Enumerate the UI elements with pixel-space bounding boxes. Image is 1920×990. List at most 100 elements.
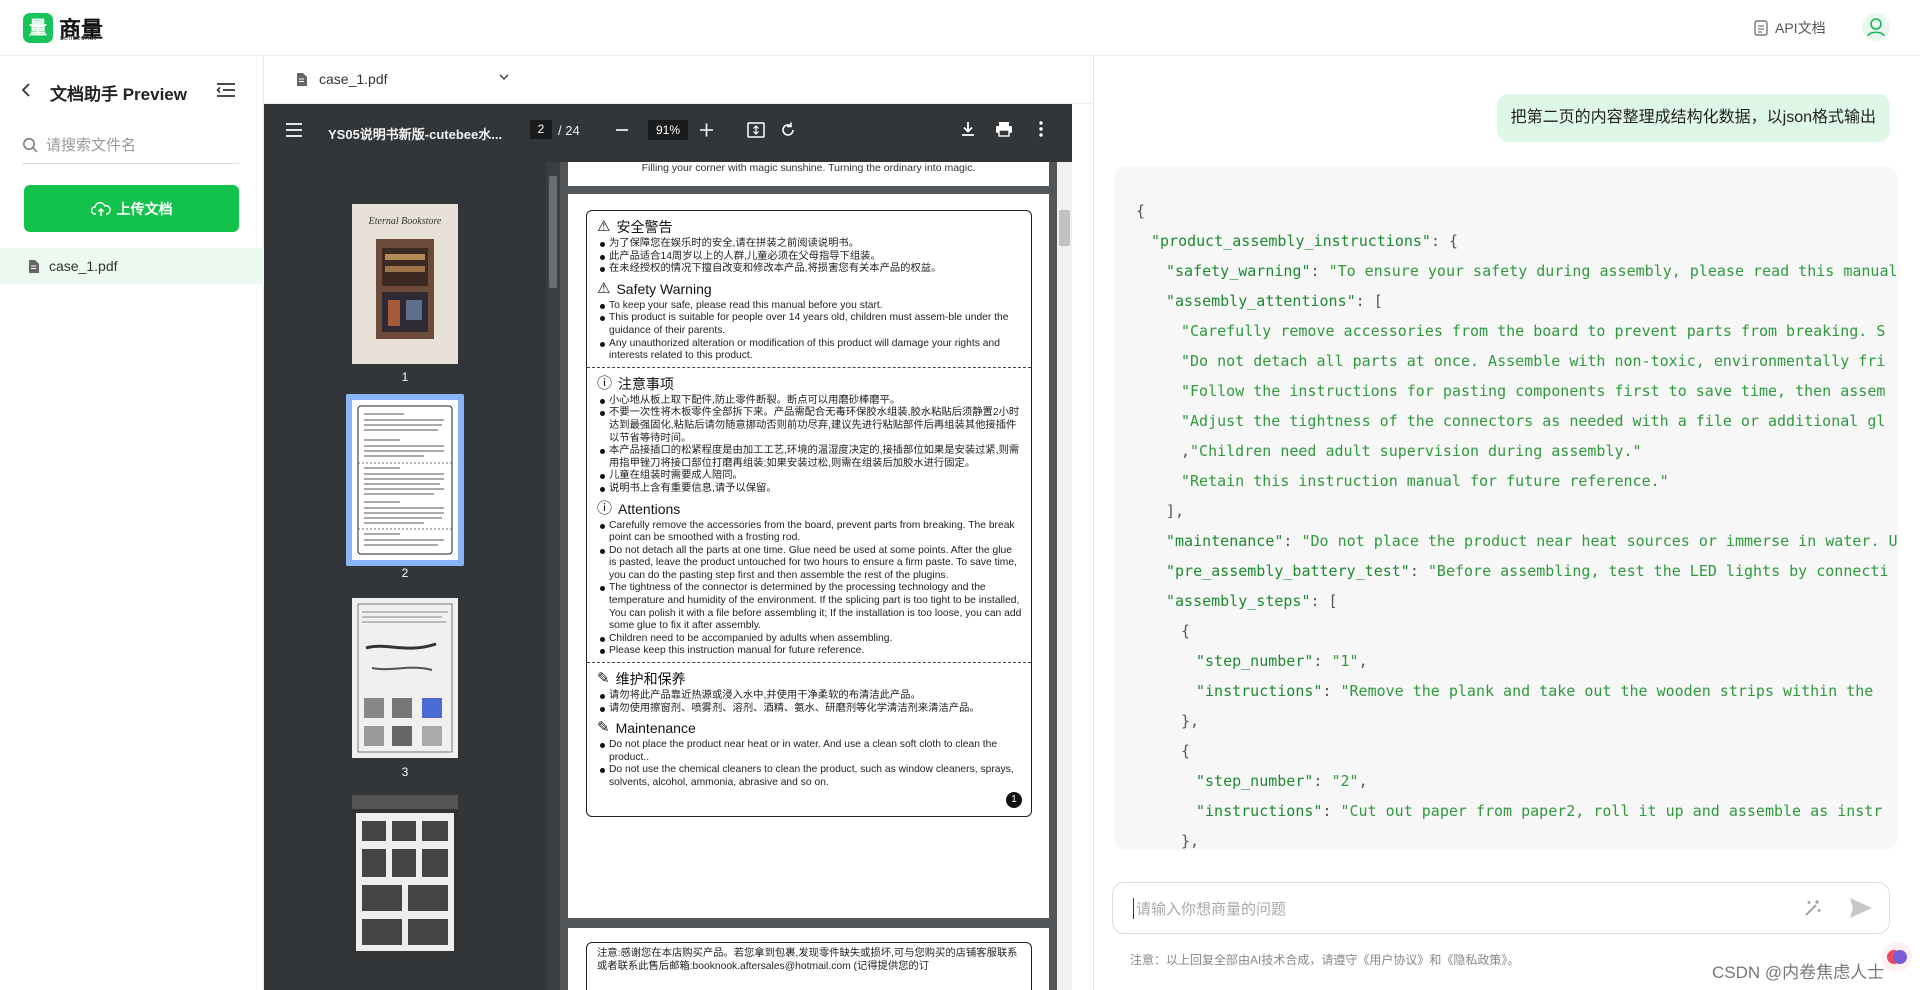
exclamation-icon: ⓘ — [597, 374, 613, 392]
code-line: "step_number": "1", — [1196, 652, 1368, 670]
text-line: Children need to be accompanied by adult… — [597, 633, 1022, 646]
disclaimer-text: 注意：以上回复全部由AI技术合成，请遵守《用户协议》和《隐私政策》。 — [1130, 953, 1520, 967]
text-line: The tightness of the connector is determ… — [597, 582, 1022, 632]
code-line: { — [1181, 742, 1191, 760]
back-arrow-icon[interactable] — [20, 81, 32, 105]
thumbnail-page-2[interactable] — [352, 400, 458, 560]
thumbnail-scrollbar[interactable] — [546, 162, 560, 990]
chat-input[interactable]: 请输入你想商量的问题 — [1112, 882, 1890, 934]
text-line: 儿童在组装时需要成人陪同。 — [597, 470, 1022, 483]
thumbnail-pane: Eternal Bookstore 1 2 3 — [264, 162, 546, 990]
code-line: "pre_assembly_battery_test": "Before ass… — [1166, 562, 1889, 580]
more-options-icon[interactable] — [1039, 121, 1043, 140]
pdf-page-3: 注意:感谢您在本店购买产品。若您拿到包裹,发现零件缺失或损坏,可与您购买的店铺客… — [568, 928, 1049, 990]
text-line: 在未经授权的情况下擅自改变和修改本产品,将损害您有关本产品的权益。 — [597, 263, 1022, 276]
warning-icon: ⚠ — [597, 279, 611, 297]
rotate-icon[interactable] — [779, 121, 797, 142]
page-scroll-thumb[interactable] — [1059, 210, 1070, 246]
maintenance-section: ✎ 维护和保养 请勿将此产品靠近热源或浸入水中,并使用干净柔软的布清洁此产品。 请… — [587, 662, 1031, 816]
hamburger-menu-icon[interactable] — [286, 123, 302, 140]
upload-document-button[interactable]: 上传文档 — [24, 185, 239, 232]
warning-icon: ⚠ — [597, 218, 611, 235]
text-line: 说明书上含有重要信息,请予以保留。 — [597, 483, 1022, 496]
page-scrollbar[interactable] — [1057, 162, 1072, 990]
text-line: To keep your safe, please read this manu… — [597, 300, 1022, 313]
file-search-input[interactable]: 请搜索文件名 — [22, 126, 239, 164]
download-icon[interactable] — [961, 121, 975, 140]
fit-page-icon[interactable] — [747, 122, 765, 141]
code-line: "Do not detach all parts at once. Assemb… — [1181, 352, 1886, 370]
magic-wand-icon[interactable] — [1803, 898, 1823, 923]
search-icon — [23, 137, 38, 153]
zoom-out-icon[interactable] — [616, 123, 628, 140]
text-line: 本产品接插口的松紧程度是由加工工艺,环境的温湿度决定的,接插部位如果是安装过紧,… — [597, 445, 1022, 470]
file-tab[interactable]: case_1.pdf — [296, 71, 388, 87]
thumbnail-page-3[interactable] — [352, 598, 458, 758]
section-heading: 注意事项 — [618, 375, 675, 392]
user-avatar[interactable] — [1862, 13, 1890, 41]
json-code-block: { "product_assembly_instructions": { "safe… — [1136, 196, 1898, 850]
app-logo-icon[interactable]: 量 — [23, 13, 53, 43]
watermark-text: CSDN @内卷焦虑人士 — [1712, 963, 1885, 982]
upload-label: 上传文档 — [116, 200, 173, 217]
zoom-level-input[interactable]: 91% — [648, 120, 688, 140]
page-number-input[interactable]: 2 — [530, 120, 552, 139]
code-line: }, — [1181, 712, 1200, 730]
text-line: 为了保障您在娱乐时的安全,请在拼装之前阅读说明书。 — [597, 238, 1022, 251]
send-icon[interactable] — [1849, 897, 1873, 924]
thumbnail-scroll-thumb[interactable] — [549, 176, 557, 288]
text-line: 不要一次性将木板零件全部拆下来。产品需配合无毒环保胶水组装,胶水粘贴后须静置2小… — [597, 407, 1022, 445]
pdf-page-2: ⚠ 安全警告 为了保障您在娱乐时的安全,请在拼装之前阅读说明书。 此产品适合14周… — [568, 194, 1049, 918]
thumbnail-page-4[interactable] — [352, 795, 458, 955]
print-icon[interactable] — [995, 121, 1013, 140]
assistant-brain-icon[interactable] — [1882, 942, 1912, 972]
safety-section: ⚠ 安全警告 为了保障您在娱乐时的安全,请在拼装之前阅读说明书。 此产品适合14周… — [587, 211, 1031, 367]
section-heading: 维护和保养 — [615, 671, 686, 688]
pdf-toolbar: YS05说明书新版-cutebee水... 2 / 24 91% — [264, 104, 1072, 162]
code-line: { — [1181, 622, 1191, 640]
file-list-item[interactable]: case_1.pdf — [0, 248, 264, 284]
collapse-menu-icon[interactable] — [216, 82, 236, 103]
code-line: "assembly_attentions": [ — [1166, 292, 1383, 310]
code-line: "Follow the instructions for pasting com… — [1181, 382, 1886, 400]
thumbnail-label: 2 — [401, 566, 409, 580]
text-line: Do not place the product near heat or in… — [597, 739, 1022, 764]
thumbnail-label: 3 — [401, 765, 409, 779]
code-line: "safety_warning": "To ensure your safety… — [1166, 262, 1898, 280]
maintenance-icon: ✎ — [597, 670, 610, 688]
code-line: "instructions": "Remove the plank and ta… — [1196, 682, 1874, 700]
api-docs-link[interactable]: API文档 — [1754, 16, 1826, 40]
pdf-viewer: YS05说明书新版-cutebee水... 2 / 24 91% Eternal… — [264, 104, 1072, 990]
pdf-page-1: Filling your corner with magic sunshine.… — [568, 162, 1049, 186]
file-selector[interactable]: case_1.pdf — [264, 56, 1093, 104]
page-3-notice: 注意:感谢您在本店购买产品。若您拿到包裹,发现零件缺失或损坏,可与您购买的店铺客… — [586, 942, 1032, 990]
document-icon — [1754, 20, 1768, 36]
code-line: "instructions": "Cut out paper from pape… — [1196, 802, 1883, 820]
text-line: This product is suitable for people over… — [597, 312, 1022, 337]
page-number-badge: 1 — [1006, 791, 1022, 808]
chat-panel: 把第二页的内容整理成结构化数据，以json格式输出 {"product_asse… — [1094, 56, 1920, 990]
chat-input-placeholder: 请输入你想商量的问题 — [1133, 898, 1286, 919]
code-line: "Retain this instruction manual for futu… — [1181, 472, 1669, 490]
file-icon — [297, 72, 307, 86]
code-line: "maintenance": "Do not place the product… — [1166, 532, 1898, 550]
api-docs-label: API文档 — [1775, 20, 1826, 36]
pdf-doc-title: YS05说明书新版-cutebee水... — [328, 127, 503, 142]
code-line: }, — [1181, 832, 1200, 850]
code-line: ,"Children need adult supervision during… — [1181, 442, 1642, 460]
zoom-in-icon[interactable] — [700, 123, 713, 140]
sidebar: 文档助手 Preview 请搜索文件名 上传文档 case_1.pdf — [0, 56, 264, 990]
code-line: "Adjust the tightness of the connectors … — [1181, 412, 1886, 430]
thumbnail-page-1[interactable]: Eternal Bookstore — [352, 204, 458, 364]
text-line: Carefully remove the accessories from th… — [597, 520, 1022, 545]
text-line: Do not use the chemical cleaners to clea… — [597, 764, 1022, 789]
file-name: case_1.pdf — [49, 258, 118, 274]
text-line: 请勿将此产品靠近热源或浸入水中,并使用干净柔软的布清洁此产品。 — [597, 690, 1022, 703]
code-line: "product_assembly_instructions": { — [1151, 232, 1459, 250]
attentions-section: ⓘ 注意事项 小心地从板上取下配件,防止零件断裂。断点可以用磨砂棒磨平。 不要一次… — [587, 366, 1031, 662]
file-tab-label: case_1.pdf — [319, 71, 388, 87]
chevron-down-icon[interactable] — [497, 70, 511, 87]
app-name-en: sensechat — [60, 35, 97, 42]
top-bar: 量 商量 sensechat API文档 — [0, 0, 1920, 56]
text-line: 小心地从板上取下配件,防止零件断裂。断点可以用磨砂棒磨平。 — [597, 395, 1022, 408]
